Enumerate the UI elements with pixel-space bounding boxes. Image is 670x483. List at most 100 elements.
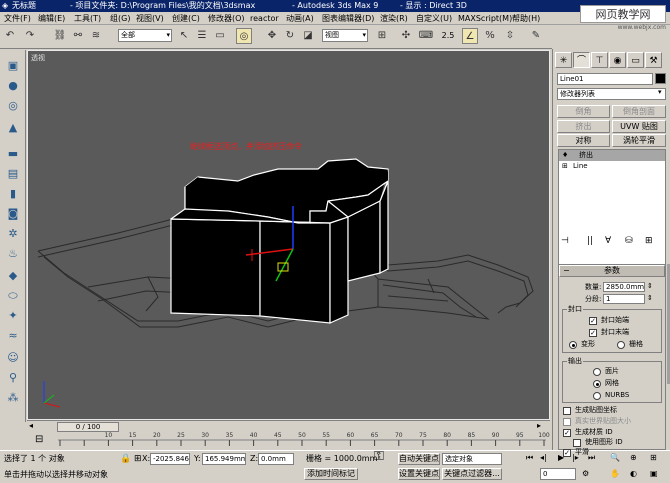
tab-utilities[interactable]: ⚒ bbox=[645, 52, 662, 68]
segments-field[interactable]: 1 bbox=[603, 294, 645, 304]
menu-file[interactable]: 文件(F) bbox=[4, 13, 31, 24]
pin-stack-icon[interactable]: ⊣ bbox=[561, 236, 569, 246]
patch-radio[interactable] bbox=[593, 368, 601, 376]
menu-animation[interactable]: 动画(A) bbox=[286, 13, 314, 24]
use-shape-ids-checkbox[interactable] bbox=[573, 439, 581, 447]
time-config-icon[interactable]: ⚙ bbox=[582, 468, 589, 480]
cap-start-checkbox[interactable]: ✓ bbox=[589, 317, 597, 325]
cap-end-checkbox[interactable]: ✓ bbox=[589, 329, 597, 337]
redo-icon[interactable]: ↷ bbox=[22, 28, 38, 44]
current-frame-field[interactable]: 0 bbox=[540, 468, 576, 480]
x-coordinate-field[interactable]: -2025.846 bbox=[150, 453, 190, 465]
create-sphere-icon[interactable]: ● bbox=[5, 78, 21, 94]
goto-start-icon[interactable]: ⏮ bbox=[526, 452, 533, 464]
pivot-center-icon[interactable]: ⊞ bbox=[374, 28, 390, 44]
menu-group[interactable]: 组(G) bbox=[110, 13, 130, 24]
absolute-mode-icon[interactable]: ⊞ bbox=[134, 453, 142, 465]
amount-field[interactable]: 2850.0mm bbox=[603, 282, 645, 292]
viewport-label[interactable]: 透视 bbox=[31, 53, 45, 63]
add-time-tag-button[interactable]: 添加时间标记 bbox=[304, 468, 358, 480]
auto-key-button[interactable]: 自动关键点 bbox=[398, 453, 440, 465]
remove-modifier-icon[interactable]: ⛁ bbox=[625, 236, 633, 246]
uvw-map-button[interactable]: UVW 贴图 bbox=[612, 120, 666, 133]
object-color-swatch[interactable] bbox=[655, 73, 666, 84]
create-box-icon[interactable]: ▣ bbox=[5, 58, 21, 74]
amount-spinner-icon[interactable]: ⇕ bbox=[647, 282, 653, 291]
real-world-checkbox[interactable] bbox=[563, 418, 571, 426]
create-torus-icon[interactable]: ◎ bbox=[5, 98, 21, 114]
zoom-extents-icon[interactable]: ⊞ bbox=[650, 452, 657, 464]
window-crossing-icon[interactable]: ◎ bbox=[236, 28, 252, 44]
create-cone-icon[interactable]: ▲ bbox=[5, 120, 21, 136]
extrude-button[interactable]: 挤出 bbox=[557, 120, 610, 133]
snap-toggle-icon[interactable]: 2.5 bbox=[440, 28, 456, 44]
z-coordinate-field[interactable]: 0.0mm bbox=[258, 453, 294, 465]
create-teapot-icon[interactable]: ♨ bbox=[5, 246, 21, 262]
bevel-profile-button[interactable]: 倒角剖面 bbox=[612, 105, 666, 118]
nurbs-radio[interactable] bbox=[593, 392, 601, 400]
bind-space-warp-icon[interactable]: ≋ bbox=[88, 28, 104, 44]
gen-mat-ids-checkbox[interactable]: ✓ bbox=[563, 429, 571, 437]
select-by-name-icon[interactable]: ☰ bbox=[194, 28, 210, 44]
tab-hierarchy[interactable]: ⊤ bbox=[591, 52, 608, 68]
morph-radio[interactable] bbox=[569, 341, 577, 349]
select-rotate-icon[interactable]: ↻ bbox=[282, 28, 298, 44]
rect-selection-icon[interactable]: ▭ bbox=[212, 28, 228, 44]
link-icon[interactable]: ⛓ bbox=[52, 28, 68, 44]
menu-customize[interactable]: 自定义(U) bbox=[416, 13, 452, 24]
stack-item-line[interactable]: ⊞ Line bbox=[559, 161, 665, 172]
prev-frame-icon[interactable]: ◂| bbox=[540, 452, 547, 464]
select-object-icon[interactable]: ↖ bbox=[176, 28, 192, 44]
lock-selection-icon[interactable]: 🔒 bbox=[120, 453, 131, 465]
menu-maxscript[interactable]: MAXScript(M) bbox=[458, 13, 512, 24]
y-coordinate-field[interactable]: 165.949mm bbox=[202, 453, 246, 465]
parameters-rollout-header[interactable]: − 参数 bbox=[559, 265, 665, 277]
spinner-snap-icon[interactable]: ⇳ bbox=[502, 28, 518, 44]
create-capsule-icon[interactable]: ⬭ bbox=[5, 288, 21, 304]
unlink-icon[interactable]: ⚯ bbox=[70, 28, 86, 44]
tab-motion[interactable]: ◉ bbox=[609, 52, 626, 68]
segments-spinner-icon[interactable]: ⇕ bbox=[647, 294, 653, 303]
menu-views[interactable]: 视图(V) bbox=[136, 13, 164, 24]
gen-mapping-checkbox[interactable] bbox=[563, 407, 571, 415]
create-tube-icon[interactable]: ◙ bbox=[5, 206, 21, 222]
maximize-viewport-icon[interactable]: ▣ bbox=[650, 468, 658, 480]
perspective-viewport[interactable]: 透视 继续框选顶点，并添加挤压命令 bbox=[27, 50, 550, 420]
goto-end-icon[interactable]: ⏭ bbox=[588, 452, 595, 464]
menu-modifiers[interactable]: 修改器(O) bbox=[208, 13, 245, 24]
menu-help[interactable]: 帮助(H) bbox=[512, 13, 540, 24]
tab-modify[interactable]: ⌒ bbox=[573, 52, 590, 68]
create-hedra-icon[interactable]: ◆ bbox=[5, 268, 21, 284]
bevel-button[interactable]: 倒角 bbox=[557, 105, 610, 118]
expand-plus-icon[interactable]: ⊞ bbox=[562, 161, 568, 172]
named-selection-icon[interactable]: ✎ bbox=[528, 28, 544, 44]
menu-graph-editors[interactable]: 图表编辑器(D) bbox=[322, 13, 374, 24]
symmetry-button[interactable]: 对称 bbox=[557, 134, 610, 147]
time-slider[interactable]: 0 / 100 bbox=[57, 422, 119, 432]
menu-tools[interactable]: 工具(T) bbox=[74, 13, 101, 24]
curve-editor-icon[interactable]: ⊟ bbox=[35, 434, 43, 445]
grid-radio[interactable] bbox=[617, 341, 625, 349]
selected-object-dropdown[interactable]: 选定对象 bbox=[442, 453, 502, 465]
pan-icon[interactable]: ✋ bbox=[610, 468, 620, 480]
create-wave-icon[interactable]: ≈ bbox=[5, 328, 21, 344]
slider-left-arrow-icon[interactable]: ◂ bbox=[29, 421, 33, 430]
ref-coord-dropdown[interactable]: 视图 bbox=[322, 29, 368, 42]
menu-reactor[interactable]: reactor bbox=[250, 13, 279, 24]
smooth-checkbox[interactable]: ✓ bbox=[563, 449, 571, 457]
create-biped-icon[interactable]: ☺ bbox=[5, 350, 21, 366]
tab-create[interactable]: ✳ bbox=[555, 52, 572, 68]
select-move-icon[interactable]: ✥ bbox=[264, 28, 280, 44]
percent-snap-icon[interactable]: % bbox=[482, 28, 498, 44]
mesh-radio[interactable] bbox=[593, 380, 601, 388]
menu-rendering[interactable]: 渲染(R) bbox=[380, 13, 408, 24]
key-filters-button[interactable]: 关键点过滤器... bbox=[442, 468, 502, 480]
create-plane-icon[interactable]: ▬ bbox=[5, 146, 21, 162]
create-particle-icon[interactable]: ⁂ bbox=[5, 390, 21, 406]
zoom-all-icon[interactable]: ⊕ bbox=[630, 452, 637, 464]
object-name-field[interactable]: Line01 bbox=[557, 73, 653, 85]
create-gear-icon[interactable]: ✲ bbox=[5, 226, 21, 242]
create-stairs-icon[interactable]: ▤ bbox=[5, 166, 21, 182]
angle-snap-icon[interactable]: ∠ bbox=[462, 28, 478, 44]
zoom-icon[interactable]: 🔍 bbox=[610, 452, 620, 464]
